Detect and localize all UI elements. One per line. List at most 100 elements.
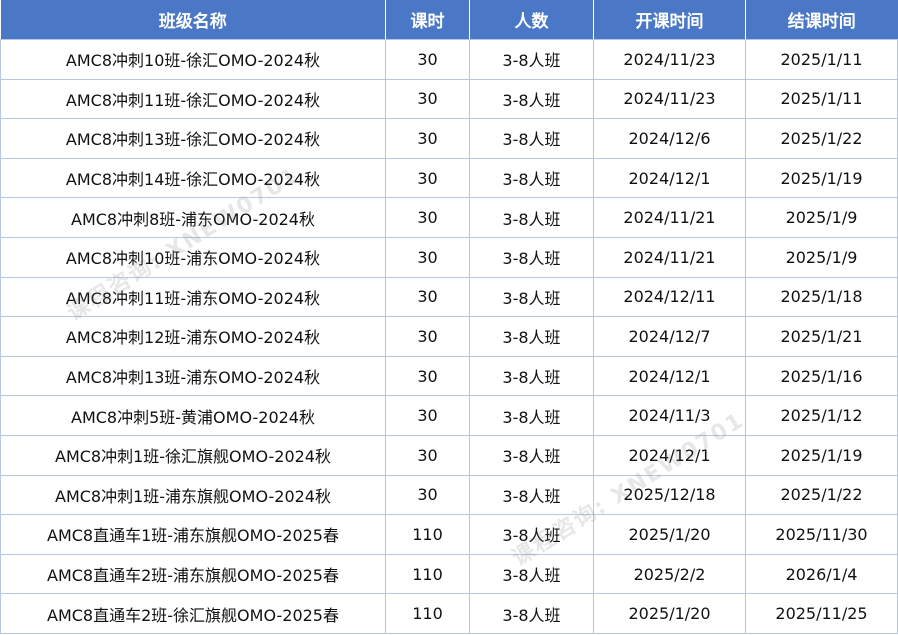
cell-hours: 30 — [385, 39, 470, 80]
table-row: AMC8冲刺14班-徐汇OMO-2024秋 30 3-8人班 2024/12/1… — [0, 157, 898, 199]
cell-end-date: 2025/1/9 — [745, 197, 898, 238]
cell-start-date: 2025/2/2 — [593, 553, 746, 595]
cell-end-date: 2025/1/11 — [745, 39, 898, 80]
cell-hours: 30 — [385, 474, 470, 516]
cell-end-date: 2025/11/30 — [745, 514, 898, 555]
cell-class-name: AMC8冲刺14班-徐汇OMO-2024秋 — [0, 157, 386, 199]
cell-end-date: 2026/1/4 — [745, 553, 898, 595]
table-row: AMC8冲刺12班-浦东OMO-2024秋 30 3-8人班 2024/12/7… — [0, 316, 898, 357]
table-row: AMC8冲刺11班-浦东OMO-2024秋 30 3-8人班 2024/12/1… — [0, 276, 898, 318]
cell-end-date: 2025/1/16 — [745, 355, 898, 397]
cell-hours: 30 — [385, 395, 470, 436]
cell-class-name: AMC8冲刺11班-徐汇OMO-2024秋 — [0, 78, 386, 120]
cell-class-name: AMC8冲刺13班-徐汇OMO-2024秋 — [0, 118, 386, 159]
table-row: AMC8直通车2班-徐汇旗舰OMO-2025春 110 3-8人班 2025/1… — [0, 593, 898, 634]
table-header: 班级名称 课时 人数 开课时间 结课时间 — [0, 0, 898, 40]
table-row: AMC8冲刺11班-徐汇OMO-2024秋 30 3-8人班 2024/11/2… — [0, 78, 898, 120]
cell-class-size: 3-8人班 — [469, 514, 594, 555]
cell-start-date: 2025/1/20 — [593, 514, 746, 555]
table-row: AMC8冲刺5班-黄浦OMO-2024秋 30 3-8人班 2024/11/3 … — [0, 395, 898, 436]
cell-start-date: 2024/12/1 — [593, 355, 746, 397]
table-row: AMC8冲刺1班-徐汇旗舰OMO-2024秋 30 3-8人班 2024/12/… — [0, 434, 898, 476]
cell-start-date: 2025/12/18 — [593, 474, 746, 516]
cell-class-size: 3-8人班 — [469, 553, 594, 595]
cell-end-date: 2025/1/9 — [745, 236, 898, 278]
cell-class-size: 3-8人班 — [469, 39, 594, 80]
cell-start-date: 2024/11/23 — [593, 78, 746, 120]
cell-class-name: AMC8冲刺8班-浦东OMO-2024秋 — [0, 197, 386, 238]
table-row: AMC8直通车1班-浦东旗舰OMO-2025春 110 3-8人班 2025/1… — [0, 514, 898, 555]
cell-class-name: AMC8直通车2班-浦东旗舰OMO-2025春 — [0, 553, 386, 595]
cell-class-size: 3-8人班 — [469, 276, 594, 318]
cell-class-name: AMC8冲刺1班-徐汇旗舰OMO-2024秋 — [0, 434, 386, 476]
cell-end-date: 2025/1/22 — [745, 474, 898, 516]
table-body: AMC8冲刺10班-徐汇OMO-2024秋 30 3-8人班 2024/11/2… — [0, 39, 898, 634]
cell-start-date: 2025/1/20 — [593, 593, 746, 634]
cell-start-date: 2024/12/1 — [593, 157, 746, 199]
header-hours: 课时 — [385, 0, 470, 40]
cell-start-date: 2024/12/11 — [593, 276, 746, 318]
class-schedule-table: 班级名称 课时 人数 开课时间 结课时间 AMC8冲刺10班-徐汇OMO-202… — [0, 0, 898, 634]
cell-hours: 30 — [385, 434, 470, 476]
cell-start-date: 2024/11/21 — [593, 197, 746, 238]
cell-class-name: AMC8冲刺12班-浦东OMO-2024秋 — [0, 316, 386, 357]
cell-start-date: 2024/11/3 — [593, 395, 746, 436]
header-start-date: 开课时间 — [593, 0, 746, 40]
cell-end-date: 2025/1/19 — [745, 434, 898, 476]
table-row: AMC8冲刺10班-浦东OMO-2024秋 30 3-8人班 2024/11/2… — [0, 236, 898, 278]
cell-hours: 30 — [385, 276, 470, 318]
cell-class-size: 3-8人班 — [469, 157, 594, 199]
cell-hours: 30 — [385, 78, 470, 120]
class-schedule-table-container: 班级名称 课时 人数 开课时间 结课时间 AMC8冲刺10班-徐汇OMO-202… — [0, 0, 898, 635]
cell-class-name: AMC8冲刺10班-浦东OMO-2024秋 — [0, 236, 386, 278]
cell-hours: 30 — [385, 355, 470, 397]
cell-class-size: 3-8人班 — [469, 395, 594, 436]
cell-class-name: AMC8直通车1班-浦东旗舰OMO-2025春 — [0, 514, 386, 555]
cell-hours: 110 — [385, 514, 470, 555]
cell-hours: 110 — [385, 553, 470, 595]
header-class-size: 人数 — [469, 0, 594, 40]
cell-class-name: AMC8冲刺1班-浦东旗舰OMO-2024秋 — [0, 474, 386, 516]
table-row: AMC8冲刺13班-浦东OMO-2024秋 30 3-8人班 2024/12/1… — [0, 355, 898, 397]
cell-start-date: 2024/12/6 — [593, 118, 746, 159]
cell-hours: 30 — [385, 316, 470, 357]
cell-class-name: AMC8直通车2班-徐汇旗舰OMO-2025春 — [0, 593, 386, 634]
cell-start-date: 2024/12/7 — [593, 316, 746, 357]
cell-class-size: 3-8人班 — [469, 118, 594, 159]
table-row: AMC8直通车2班-浦东旗舰OMO-2025春 110 3-8人班 2025/2… — [0, 553, 898, 595]
cell-class-size: 3-8人班 — [469, 78, 594, 120]
cell-class-size: 3-8人班 — [469, 474, 594, 516]
cell-start-date: 2024/12/1 — [593, 434, 746, 476]
table-row: AMC8冲刺10班-徐汇OMO-2024秋 30 3-8人班 2024/11/2… — [0, 39, 898, 80]
cell-class-name: AMC8冲刺5班-黄浦OMO-2024秋 — [0, 395, 386, 436]
header-row: 班级名称 课时 人数 开课时间 结课时间 — [0, 0, 898, 40]
cell-hours: 30 — [385, 197, 470, 238]
cell-class-size: 3-8人班 — [469, 236, 594, 278]
header-end-date: 结课时间 — [745, 0, 898, 40]
cell-end-date: 2025/1/18 — [745, 276, 898, 318]
cell-end-date: 2025/1/12 — [745, 395, 898, 436]
cell-class-size: 3-8人班 — [469, 434, 594, 476]
cell-end-date: 2025/11/25 — [745, 593, 898, 634]
cell-class-name: AMC8冲刺13班-浦东OMO-2024秋 — [0, 355, 386, 397]
cell-end-date: 2025/1/11 — [745, 78, 898, 120]
cell-class-size: 3-8人班 — [469, 316, 594, 357]
cell-hours: 30 — [385, 236, 470, 278]
cell-end-date: 2025/1/19 — [745, 157, 898, 199]
header-class-name: 班级名称 — [0, 0, 386, 40]
cell-hours: 110 — [385, 593, 470, 634]
cell-end-date: 2025/1/21 — [745, 316, 898, 357]
cell-class-name: AMC8冲刺11班-浦东OMO-2024秋 — [0, 276, 386, 318]
cell-class-name: AMC8冲刺10班-徐汇OMO-2024秋 — [0, 39, 386, 80]
cell-class-size: 3-8人班 — [469, 355, 594, 397]
cell-start-date: 2024/11/21 — [593, 236, 746, 278]
cell-hours: 30 — [385, 118, 470, 159]
table-row: AMC8冲刺13班-徐汇OMO-2024秋 30 3-8人班 2024/12/6… — [0, 118, 898, 159]
cell-hours: 30 — [385, 157, 470, 199]
cell-class-size: 3-8人班 — [469, 197, 594, 238]
cell-class-size: 3-8人班 — [469, 593, 594, 634]
cell-end-date: 2025/1/22 — [745, 118, 898, 159]
table-row: AMC8冲刺8班-浦东OMO-2024秋 30 3-8人班 2024/11/21… — [0, 197, 898, 238]
cell-start-date: 2024/11/23 — [593, 39, 746, 80]
table-row: AMC8冲刺1班-浦东旗舰OMO-2024秋 30 3-8人班 2025/12/… — [0, 474, 898, 516]
